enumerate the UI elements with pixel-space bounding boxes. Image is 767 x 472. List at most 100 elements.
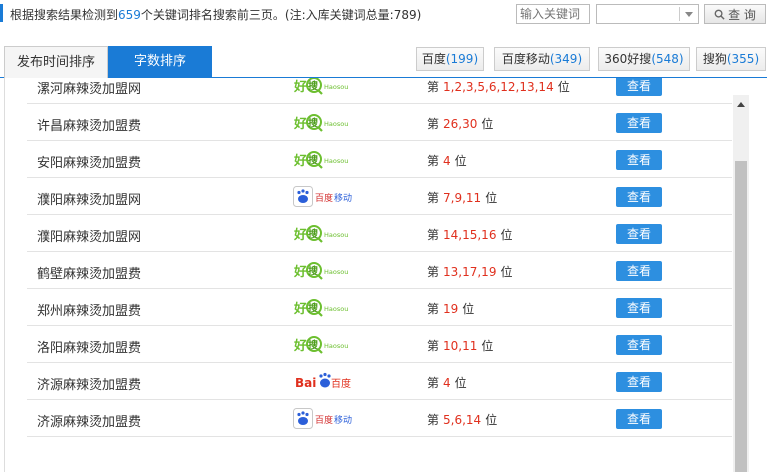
keyword-search-input[interactable] <box>516 4 590 24</box>
rank-prefix: 第 <box>427 80 440 94</box>
engine-filter-sogou[interactable]: 搜狗(355) <box>696 47 766 71</box>
keyword-text: 安阳麻辣烫加盟费 <box>37 156 142 171</box>
keyword-ranking-list: 漯河麻辣烫加盟网好搜 Haosou 第 1,2,3,5,6,12,13,14 位查看 许昌… <box>4 78 767 472</box>
rank-values: 10,11 <box>443 339 478 353</box>
summary-accent-bar <box>0 4 3 22</box>
view-button[interactable]: 查看 <box>616 113 662 133</box>
svg-text:移动: 移动 <box>334 192 352 204</box>
svg-text:好: 好 <box>293 116 307 132</box>
rank-suffix: 位 <box>481 339 494 353</box>
scroll-up-arrow-icon[interactable] <box>737 102 745 107</box>
svg-text:百度: 百度 <box>331 377 351 390</box>
rank-values: 26,30 <box>443 117 478 131</box>
view-button[interactable]: 查看 <box>616 335 662 355</box>
keyword-text: 洛阳麻辣烫加盟费 <box>37 341 142 356</box>
baidu-mobile-logo-icon: 百度 移动 <box>293 408 357 430</box>
table-row: 洛阳麻辣烫加盟费 好搜 Haosou 第 10,11 位 查看 <box>27 326 732 363</box>
haosou-logo-icon: 好搜 Haosou <box>293 223 357 245</box>
table-row: 安阳麻辣烫加盟费 好搜 Haosou 第 4 位 查看 <box>27 141 732 178</box>
keyword-count: 659 <box>118 8 141 22</box>
rank-prefix: 第 <box>427 191 440 205</box>
engine-filter-baidu-mobile[interactable]: 百度移动(349) <box>494 47 590 71</box>
engine-count: (349) <box>549 52 583 66</box>
keyword-text: 濮阳麻辣烫加盟网 <box>37 193 142 208</box>
rank-values: 4 <box>443 154 451 168</box>
rank-suffix: 位 <box>481 117 494 131</box>
baidu-mobile-logo-icon: 百度 移动 <box>293 186 357 208</box>
svg-text:好: 好 <box>293 264 307 280</box>
table-row: 郑州麻辣烫加盟费 好搜 Haosou 第 19 位 查看 <box>27 289 732 326</box>
rank-positions: 第 13,17,19 位 <box>427 263 512 280</box>
view-button[interactable]: 查看 <box>616 224 662 244</box>
rank-prefix: 第 <box>427 339 440 353</box>
table-row: 濮阳麻辣烫加盟网 百度 移动 第 7,9,11 位 查看 <box>27 178 732 215</box>
rank-positions: 第 14,15,16 位 <box>427 226 512 243</box>
svg-text:搜: 搜 <box>308 265 319 278</box>
svg-text:搜: 搜 <box>308 302 319 315</box>
svg-text:移动: 移动 <box>334 414 352 426</box>
rank-positions: 第 1,2,3,5,6,12,13,14 位 <box>427 78 570 95</box>
chevron-down-icon <box>685 12 693 17</box>
rank-values: 19 <box>443 302 459 316</box>
table-row: 鹤壁麻辣烫加盟费 好搜 Haosou 第 13,17,19 位 查看 <box>27 252 732 289</box>
rank-positions: 第 10,11 位 <box>427 337 493 354</box>
view-button[interactable]: 查看 <box>616 372 662 392</box>
svg-text:Haosou: Haosou <box>324 268 348 276</box>
engine-name: 360好搜 <box>604 52 652 66</box>
rank-prefix: 第 <box>427 228 440 242</box>
engine-filter-baidu[interactable]: 百度(199) <box>416 47 484 71</box>
svg-text:搜: 搜 <box>308 80 319 93</box>
view-button[interactable]: 查看 <box>616 261 662 281</box>
rank-positions: 第 7,9,11 位 <box>427 189 497 206</box>
svg-text:Haosou: Haosou <box>324 231 348 239</box>
svg-text:好: 好 <box>293 79 307 95</box>
view-button[interactable]: 查看 <box>616 150 662 170</box>
rank-positions: 第4位 <box>427 152 467 169</box>
svg-text:百度: 百度 <box>315 192 333 204</box>
engine-select[interactable] <box>596 4 699 24</box>
view-button[interactable]: 查看 <box>616 78 662 96</box>
svg-text:搜: 搜 <box>308 154 319 167</box>
rank-prefix: 第 <box>427 376 440 390</box>
table-row: 漯河麻辣烫加盟网 好搜 Haosou 第 1,2,3,5,6,12,13,14 位 查看 <box>27 78 732 104</box>
rank-values: 1,2,3,5,6,12,13,14 <box>443 80 554 94</box>
select-separator <box>679 7 680 21</box>
rank-values: 4 <box>443 376 451 390</box>
rank-prefix: 第 <box>427 302 440 316</box>
view-button[interactable]: 查看 <box>616 298 662 318</box>
rank-values: 13,17,19 <box>443 265 497 279</box>
rank-positions: 第 19 位 <box>427 300 474 317</box>
tab-sort-by-time[interactable]: 发布时间排序 <box>4 46 108 78</box>
rank-suffix: 位 <box>485 413 498 427</box>
rank-suffix: 位 <box>454 154 467 168</box>
keyword-text: 鹤壁麻辣烫加盟费 <box>37 267 142 282</box>
query-button[interactable]: 查 询 <box>704 4 766 24</box>
rank-prefix: 第 <box>427 154 440 168</box>
svg-text:好: 好 <box>293 227 307 243</box>
rank-suffix: 位 <box>462 302 475 316</box>
rank-positions: 第 26,30 位 <box>427 115 493 132</box>
svg-text:搜: 搜 <box>308 339 319 352</box>
summary-text: 根据搜索结果检测到659个关键词排名搜索前三页。(注:入库关键词总量:789) <box>10 6 421 23</box>
haosou-logo-icon: 好搜 Haosou <box>293 149 357 171</box>
rank-prefix: 第 <box>427 117 440 131</box>
svg-text:Haosou: Haosou <box>324 157 348 165</box>
engine-count: (548) <box>651 52 684 66</box>
keyword-text: 济源麻辣烫加盟费 <box>37 415 142 430</box>
svg-text:百度: 百度 <box>315 414 333 426</box>
view-button[interactable]: 查看 <box>616 409 662 429</box>
haosou-logo-icon: 好搜 Haosou <box>293 334 357 356</box>
engine-count: (199) <box>445 52 479 66</box>
svg-text:Haosou: Haosou <box>324 305 348 313</box>
engine-name: 百度 <box>421 52 446 66</box>
tab-sort-by-wordcount[interactable]: 字数排序 <box>108 46 212 78</box>
query-button-label: 查 询 <box>728 7 756 22</box>
svg-text:Haosou: Haosou <box>324 120 348 128</box>
scrollbar-thumb[interactable] <box>735 161 747 472</box>
list-scrollbar[interactable] <box>733 95 749 472</box>
rank-suffix: 位 <box>500 265 513 279</box>
svg-text:搜: 搜 <box>308 117 319 130</box>
engine-filter-360[interactable]: 360好搜(548) <box>598 47 690 71</box>
keyword-text: 济源麻辣烫加盟费 <box>37 378 142 393</box>
view-button[interactable]: 查看 <box>616 187 662 207</box>
